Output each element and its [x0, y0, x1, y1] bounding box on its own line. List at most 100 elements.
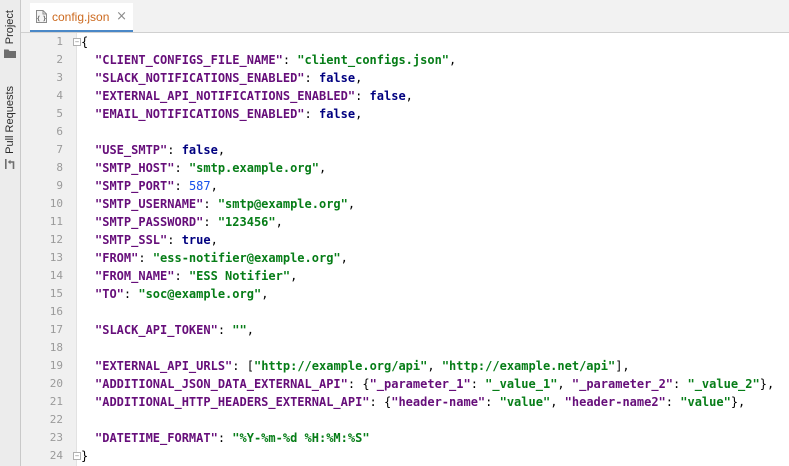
line-number: 1 [56, 35, 63, 48]
code-line: "USE_SMTP": false, [95, 143, 226, 157]
code-line: { [81, 33, 789, 51]
code-line: "ADDITIONAL_JSON_DATA_EXTERNAL_API": {"_… [95, 377, 775, 391]
code-line: "FROM_NAME": "ESS Notifier", [95, 269, 298, 283]
pull-requests-tool-button[interactable]: Pull Requests [0, 86, 20, 170]
line-number: 16 [49, 305, 63, 318]
json-boolean-value: false [369, 89, 406, 103]
code-line: "ADDITIONAL_HTTP_HEADERS_EXTERNAL_API": … [95, 395, 746, 409]
line-number: 17 [49, 323, 63, 336]
editor-gutter: 1 2 3 4 5 6 7 8 9 10 11 12 13 14 15 16 1… [21, 33, 77, 466]
line-number: 4 [56, 89, 63, 102]
line-number: 21 [49, 395, 63, 408]
close-icon[interactable]: × [116, 10, 127, 23]
json-key: "SMTP_HOST" [95, 161, 175, 175]
tool-window-strip: Project Pull Requests [0, 0, 21, 466]
json-key: "EMAIL_NOTIFICATIONS_ENABLED" [95, 107, 305, 121]
json-string-value: "ESS Notifier" [188, 269, 291, 283]
code-line: "SLACK_API_TOKEN": "", [95, 323, 254, 337]
json-string-value: "_value_2" [687, 377, 760, 391]
code-editor[interactable]: 1 2 3 4 5 6 7 8 9 10 11 12 13 14 15 16 1… [21, 33, 789, 466]
code-line: "SMTP_USERNAME": "smtp@example.org", [95, 197, 356, 211]
json-key: "_parameter_2" [571, 377, 674, 391]
json-key: "USE_SMTP" [95, 143, 168, 157]
project-tool-button[interactable]: Project [0, 10, 20, 59]
json-key: "CLIENT_CONFIGS_FILE_NAME" [95, 53, 283, 67]
json-string-value: "value" [499, 395, 551, 409]
json-string-value: "smtp.example.org" [188, 161, 319, 175]
line-number: 7 [56, 143, 63, 156]
code-line: "EMAIL_NOTIFICATIONS_ENABLED": false, [95, 107, 363, 121]
pull-requests-label: Pull Requests [4, 86, 16, 154]
json-number-value: 587 [188, 179, 211, 193]
folder-icon [4, 49, 16, 59]
fold-end-icon[interactable]: − [73, 452, 81, 460]
code-line: "EXTERNAL_API_NOTIFICATIONS_ENABLED": fa… [95, 89, 413, 103]
json-key: "header-name" [391, 395, 486, 409]
json-string-value: "ess-notifier@example.org" [152, 251, 341, 265]
json-string-value: "123456" [217, 215, 276, 229]
tab-title: config.json [52, 9, 110, 24]
line-number: 9 [56, 179, 63, 192]
json-boolean-value: false [318, 71, 356, 85]
line-number: 2 [56, 53, 63, 66]
line-number: 10 [49, 197, 63, 210]
json-key: "SMTP_PORT" [95, 179, 175, 193]
line-number: 19 [49, 359, 63, 372]
json-boolean-value: false [318, 107, 356, 121]
line-numbers: 1 2 3 4 5 6 7 8 9 10 11 12 13 14 15 16 1… [21, 33, 63, 465]
line-number: 3 [56, 71, 63, 84]
json-key: "EXTERNAL_API_NOTIFICATIONS_ENABLED" [95, 89, 356, 103]
json-key: "SMTP_PASSWORD" [95, 215, 204, 229]
json-file-icon [36, 10, 47, 23]
code-line: "SLACK_NOTIFICATIONS_ENABLED": false, [95, 71, 363, 85]
code-line: "SMTP_HOST": "smtp.example.org", [95, 161, 327, 175]
json-string-value: "value" [680, 395, 731, 409]
json-boolean-value: false [181, 143, 218, 157]
json-key: "FROM_NAME" [95, 269, 175, 283]
json-key: "header-name2" [564, 395, 666, 409]
code-line: } [81, 447, 789, 465]
code-line: "FROM": "ess-notifier@example.org", [95, 251, 348, 265]
json-key: "_parameter_1" [369, 377, 471, 391]
json-key: "ADDITIONAL_HTTP_HEADERS_EXTERNAL_API" [95, 395, 370, 409]
json-string-value: "smtp@example.org" [217, 197, 348, 211]
code-line: "EXTERNAL_API_URLS": ["http://example.or… [95, 359, 630, 373]
code-line: "SMTP_PORT": 587, [95, 179, 218, 193]
json-boolean-value: true [181, 233, 211, 247]
json-key: "SLACK_NOTIFICATIONS_ENABLED" [95, 71, 305, 85]
tab-config-json[interactable]: config.json × [30, 3, 133, 32]
json-key: "SLACK_API_TOKEN" [95, 323, 218, 337]
json-key: "DATETIME_FORMAT" [95, 431, 218, 445]
json-string-value: "http://example.net/api" [441, 359, 616, 373]
code-line: "TO": "soc@example.org", [95, 287, 269, 301]
line-number: 22 [49, 413, 63, 426]
line-number: 8 [56, 161, 63, 174]
json-key: "FROM" [95, 251, 139, 265]
pull-request-icon [5, 158, 15, 169]
fold-collapse-icon[interactable]: − [73, 38, 81, 46]
code-line: "CLIENT_CONFIGS_FILE_NAME": "client_conf… [95, 53, 457, 67]
json-key: "SMTP_USERNAME" [95, 197, 204, 211]
project-label: Project [4, 10, 16, 45]
line-number: 18 [49, 341, 63, 354]
json-string-value: "%Y-%m-%d %H:%M:%S" [232, 431, 370, 445]
line-number: 12 [49, 233, 63, 246]
json-key: "SMTP_SSL" [95, 233, 168, 247]
line-number: 13 [49, 251, 63, 264]
line-number: 23 [49, 431, 63, 444]
json-key: "TO" [95, 287, 124, 301]
json-string-value: "client_configs.json" [297, 53, 450, 67]
json-string-value: "soc@example.org" [138, 287, 262, 301]
json-key: "EXTERNAL_API_URLS" [95, 359, 233, 373]
line-number: 11 [49, 215, 63, 228]
line-number: 15 [49, 287, 63, 300]
line-number: 14 [49, 269, 63, 282]
json-key: "ADDITIONAL_JSON_DATA_EXTERNAL_API" [95, 377, 348, 391]
open-brace: { [81, 35, 89, 49]
json-string-value: "_value_1" [485, 377, 558, 391]
code-line: "SMTP_PASSWORD": "123456", [95, 215, 283, 229]
